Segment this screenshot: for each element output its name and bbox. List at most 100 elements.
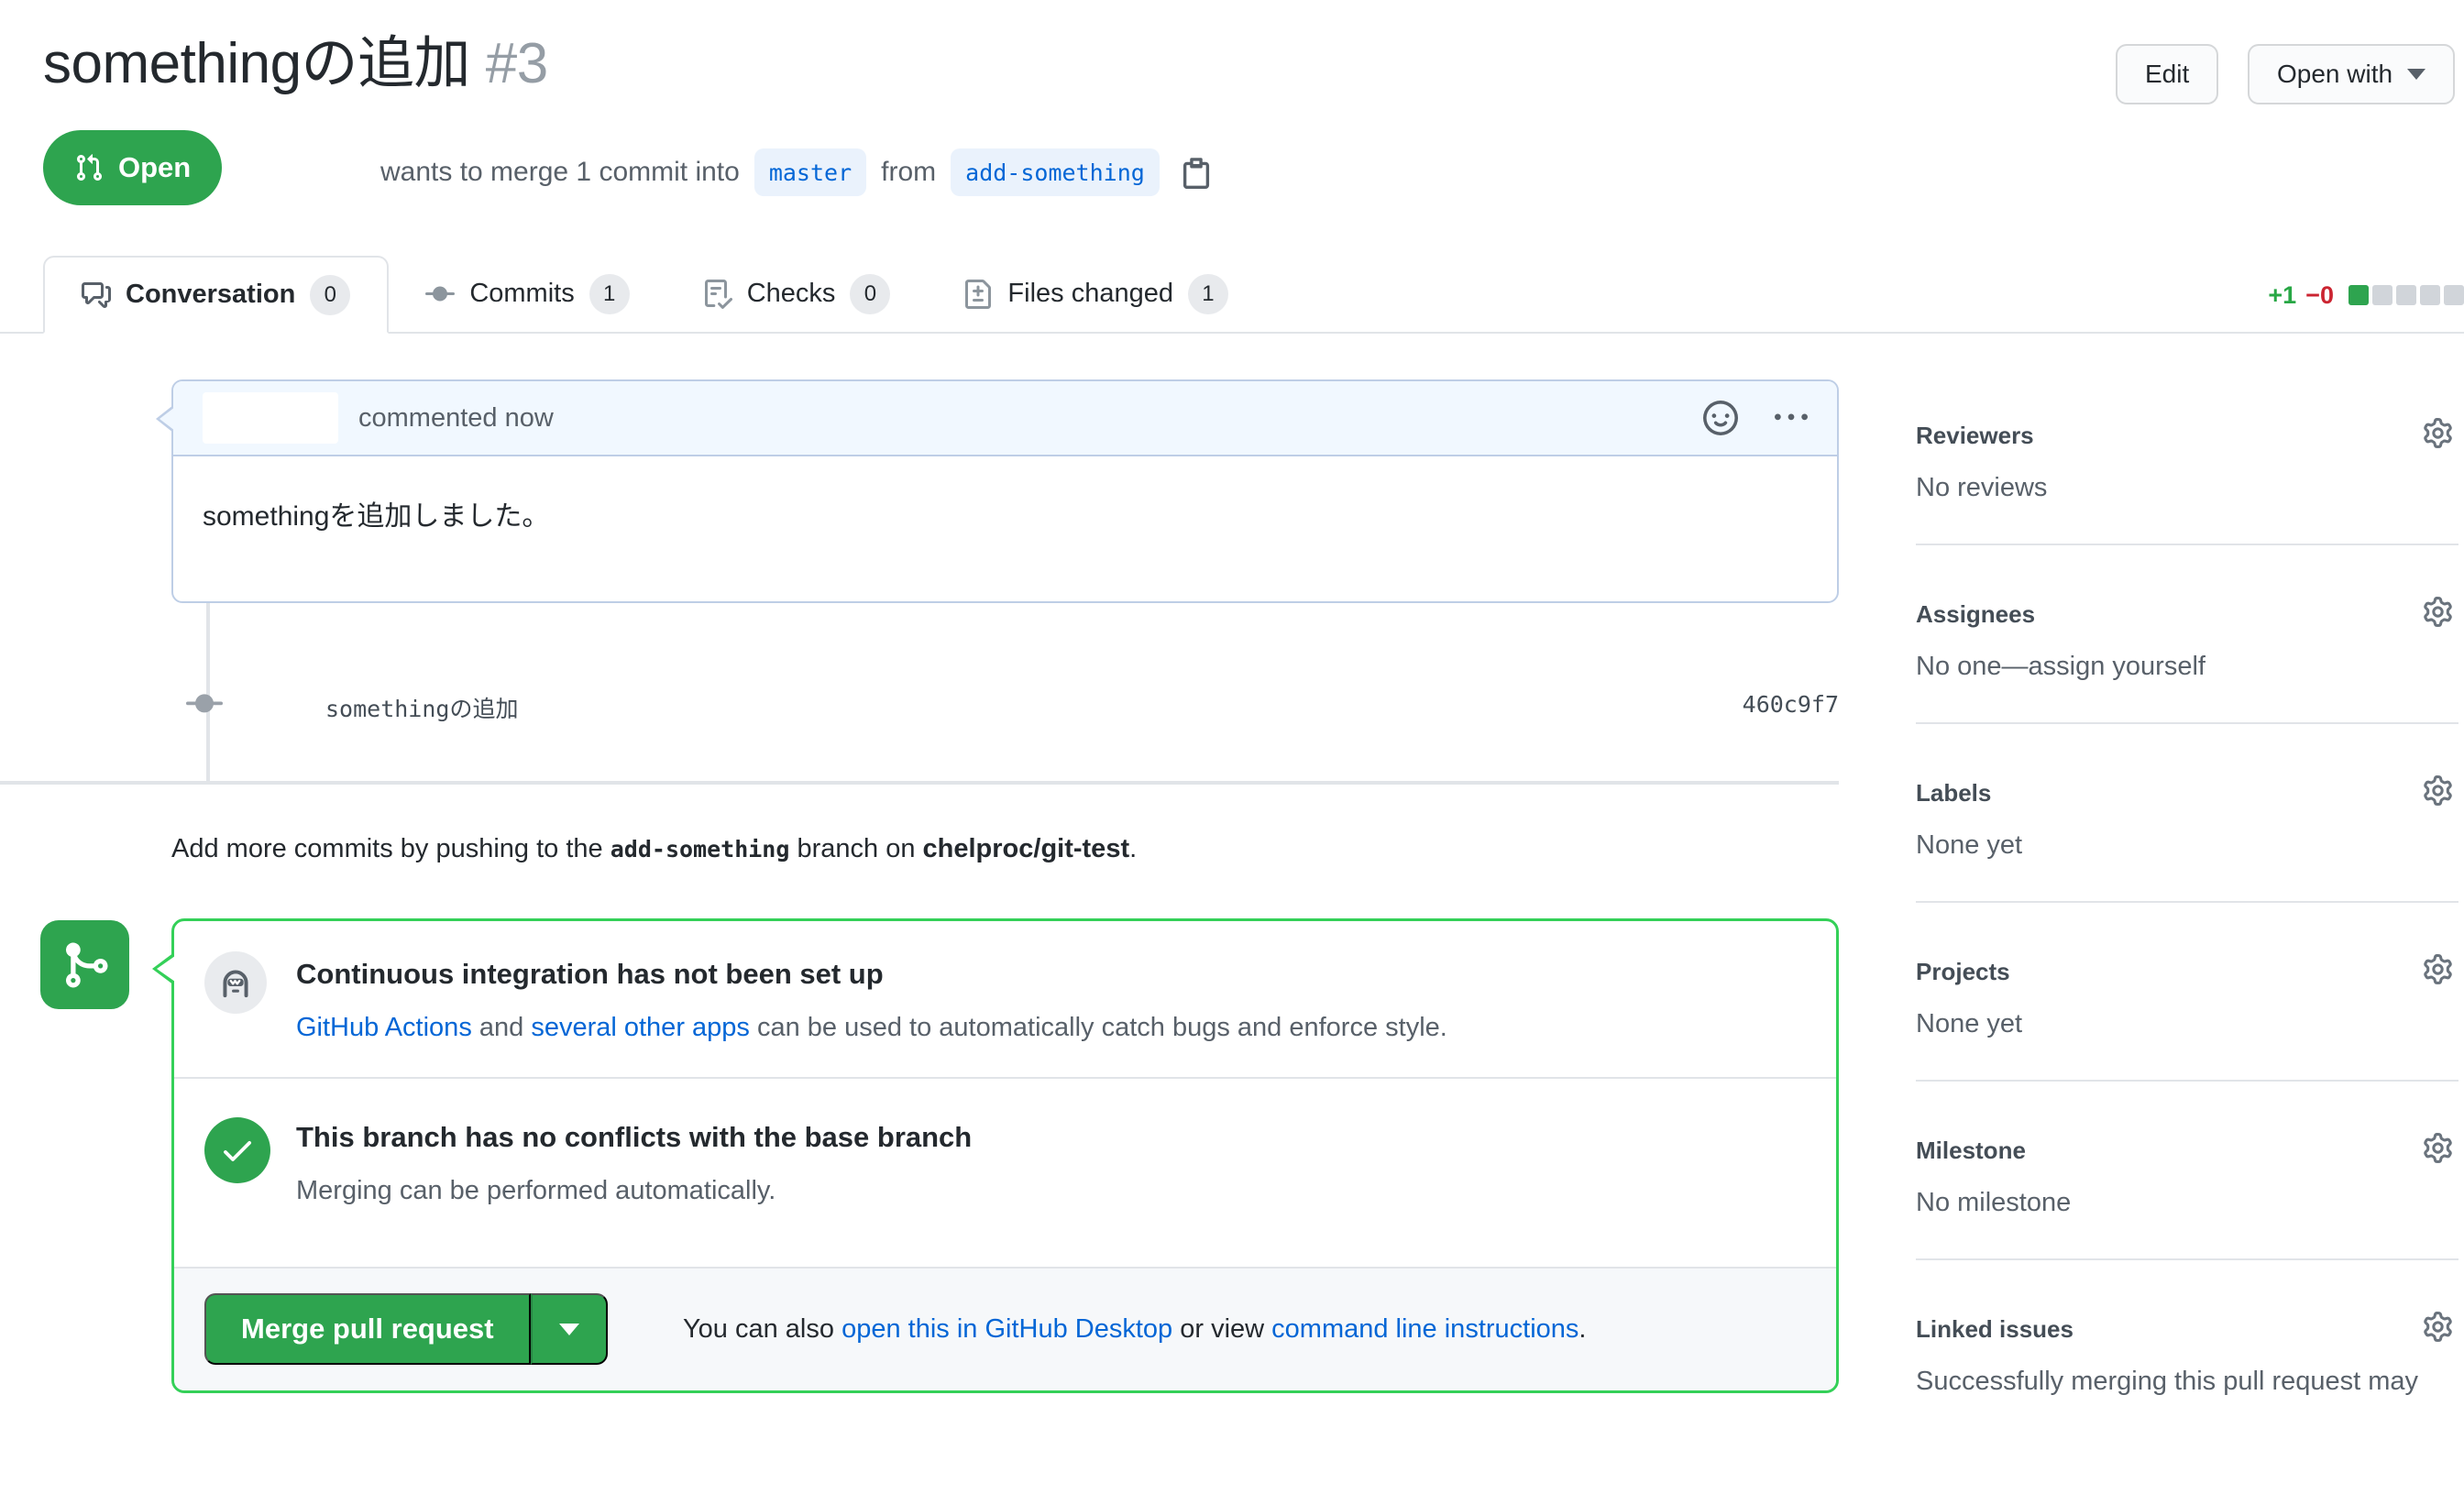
section-heading: Assignees <box>1916 600 2035 629</box>
merge-pull-request-button[interactable]: Merge pull request <box>204 1293 531 1365</box>
section-heading: Labels <box>1916 779 1991 807</box>
tab-checks[interactable]: Checks 0 <box>666 256 928 332</box>
diffstat-block-neutral <box>2420 285 2440 305</box>
also-text: . <box>1578 1314 1586 1344</box>
status-badge: Open <box>43 130 222 205</box>
ci-text: can be used to automatically catch bugs … <box>750 1013 1447 1042</box>
base-branch-chip[interactable]: master <box>754 148 866 196</box>
ci-text: and <box>472 1013 532 1042</box>
gear-icon[interactable] <box>2423 597 2453 627</box>
file-diff-icon <box>963 280 993 309</box>
github-desktop-link[interactable]: open this in GitHub Desktop <box>842 1314 1172 1344</box>
git-commit-icon <box>186 686 223 727</box>
status-badge-label: Open <box>118 151 191 184</box>
diffstat-block-neutral <box>2396 285 2416 305</box>
github-actions-link[interactable]: GitHub Actions <box>296 1013 472 1042</box>
bot-avatar <box>204 951 267 1014</box>
merge-summary-from: from <box>881 157 936 188</box>
open-with-button[interactable]: Open with <box>2248 44 2455 104</box>
sidebar-section-projects: Projects None yet <box>1916 958 2458 1137</box>
tab-commits[interactable]: Commits 1 <box>389 256 666 332</box>
commit-message[interactable]: somethingの追加 <box>325 691 518 724</box>
comment-meta: commented now <box>358 403 554 434</box>
tab-label: Commits <box>469 279 574 309</box>
diffstat-additions: +1 <box>2268 281 2296 310</box>
merge-button-group: Merge pull request <box>204 1293 608 1365</box>
tab-conversation[interactable]: Conversation 0 <box>43 256 389 334</box>
sidebar-section-assignees: Assignees No one—assign yourself <box>1916 600 2458 779</box>
gear-icon[interactable] <box>2423 1312 2453 1342</box>
commit-sha[interactable]: 460c9f7 <box>1743 691 1839 718</box>
diffstat-block-neutral <box>2444 285 2464 305</box>
section-heading: Projects <box>1916 958 2010 986</box>
tab-files-changed[interactable]: Files changed 1 <box>927 256 1265 332</box>
command-line-link[interactable]: command line instructions <box>1271 1314 1578 1344</box>
push-note-text: branch on <box>789 834 922 863</box>
pr-comment: commented now somethingを追加しました。 <box>171 379 1839 603</box>
section-value: No one—assign yourself <box>1916 652 2206 682</box>
section-value: No reviews <box>1916 473 2047 503</box>
merge-options-dropdown[interactable] <box>531 1293 608 1365</box>
section-heading: Linked issues <box>1916 1315 2074 1344</box>
copy-branch-icon[interactable] <box>1180 156 1213 189</box>
section-heading: Reviewers <box>1916 422 2034 450</box>
merge-alternatives: You can also open this in GitHub Desktop… <box>683 1314 1586 1345</box>
edit-button-label: Edit <box>2145 60 2189 89</box>
push-note-repo: chelproc/git-test <box>923 834 1130 863</box>
pr-number: #3 <box>486 32 548 95</box>
pr-title-text: somethingの追加 <box>43 32 470 95</box>
ci-description: GitHub Actions and several other apps ca… <box>296 1013 1447 1043</box>
section-value: No milestone <box>1916 1188 2071 1218</box>
checklist-icon <box>703 280 732 309</box>
comment-header: commented now <box>173 381 1837 456</box>
head-branch-chip[interactable]: add-something <box>951 148 1160 196</box>
diffstat-block-neutral <box>2372 285 2392 305</box>
bot-icon <box>216 963 255 1002</box>
merge-button-label: Merge pull request <box>241 1313 494 1346</box>
chevron-down-icon <box>2407 69 2426 80</box>
tab-label: Conversation <box>126 280 295 310</box>
gear-icon[interactable] <box>2423 775 2453 806</box>
page-title: somethingの追加 #3 <box>43 16 548 99</box>
section-heading: Milestone <box>1916 1137 2026 1165</box>
tab-label: Files changed <box>1007 279 1173 309</box>
sidebar-section-linked-issues: Linked issues Successfully merging this … <box>1916 1315 2458 1494</box>
mergeability-title: This branch has no conflicts with the ba… <box>296 1121 972 1154</box>
section-value: None yet <box>1916 830 2022 861</box>
push-note: Add more commits by pushing to the add-s… <box>171 834 1137 864</box>
diffstat-blocks <box>2348 285 2464 305</box>
diffstat-block-added <box>2348 285 2369 305</box>
pr-sidebar: Reviewers No reviews Assignees No one—as… <box>1916 422 2458 1494</box>
check-icon <box>204 1117 270 1183</box>
redacted-username <box>203 392 338 444</box>
tab-counter: 0 <box>310 275 350 315</box>
ci-title: Continuous integration has not been set … <box>296 958 884 991</box>
comment-discussion-icon <box>82 280 111 310</box>
assign-yourself-action[interactable]: assign yourself <box>2029 652 2206 681</box>
git-merge-icon <box>40 920 129 1009</box>
chevron-down-icon <box>559 1324 579 1335</box>
gear-icon[interactable] <box>2423 418 2453 448</box>
push-note-branch: add-something <box>610 836 790 862</box>
sidebar-section-reviewers: Reviewers No reviews <box>1916 422 2458 600</box>
sidebar-section-labels: Labels None yet <box>1916 779 2458 958</box>
also-text: You can also <box>683 1314 842 1344</box>
mergeability-subtitle: Merging can be performed automatically. <box>296 1176 776 1206</box>
push-note-text: Add more commits by pushing to the <box>171 834 610 863</box>
also-text: or view <box>1172 1314 1271 1344</box>
kebab-horizontal-icon[interactable] <box>1775 401 1808 434</box>
assignees-none-text: No one— <box>1916 652 2029 681</box>
open-with-label: Open with <box>2277 60 2392 89</box>
edit-button[interactable]: Edit <box>2116 44 2218 104</box>
timeline-end-divider <box>0 781 1839 785</box>
tab-counter: 1 <box>589 274 630 314</box>
push-note-text: . <box>1129 834 1137 863</box>
merge-summary-text: wants to merge 1 commit into <box>380 157 740 188</box>
tab-counter: 0 <box>850 274 890 314</box>
other-apps-link[interactable]: several other apps <box>531 1013 750 1042</box>
smiley-icon[interactable] <box>1703 401 1738 435</box>
sidebar-section-milestone: Milestone No milestone <box>1916 1137 2458 1315</box>
gear-icon[interactable] <box>2423 954 2453 984</box>
comment-body: somethingを追加しました。 <box>173 456 1837 601</box>
gear-icon[interactable] <box>2423 1133 2453 1163</box>
